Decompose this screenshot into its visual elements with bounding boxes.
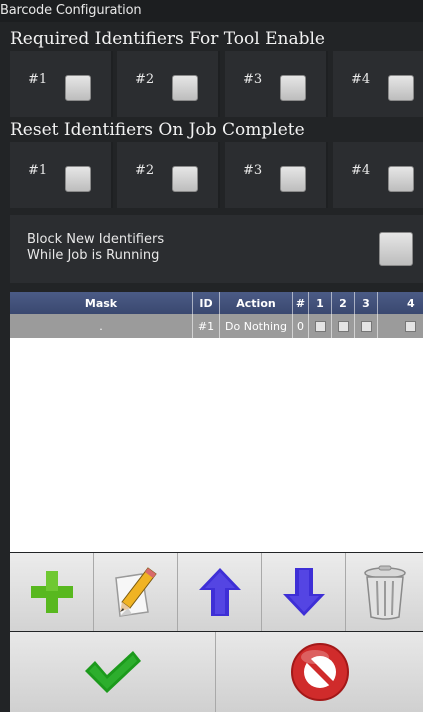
required-identifier-1[interactable]: #1 bbox=[10, 51, 113, 117]
block-new-identifiers-panel: Block New Identifiers While Job is Runni… bbox=[10, 215, 423, 283]
row-checkbox-2[interactable] bbox=[337, 320, 349, 332]
dialog-actions bbox=[10, 632, 423, 712]
move-up-icon bbox=[198, 568, 241, 616]
delete-button[interactable] bbox=[346, 553, 423, 631]
reset-identifier-2[interactable]: #2 bbox=[117, 142, 220, 208]
reset-identifier-1-checkbox[interactable] bbox=[65, 166, 91, 192]
ok-button[interactable] bbox=[10, 632, 216, 712]
reset-identifiers-title: Reset Identifiers On Job Complete bbox=[10, 120, 305, 140]
cancel-button[interactable] bbox=[216, 632, 423, 712]
reset-identifier-2-label: #2 bbox=[135, 163, 155, 178]
cancel-icon bbox=[290, 643, 349, 701]
move-down-button[interactable] bbox=[262, 553, 346, 631]
cell-id: #1 bbox=[193, 314, 220, 338]
block-new-identifiers-label: Block New Identifiers While Job is Runni… bbox=[27, 232, 164, 264]
required-identifier-4-label: #4 bbox=[351, 72, 371, 87]
edit-icon bbox=[114, 567, 157, 617]
move-up-button[interactable] bbox=[178, 553, 262, 631]
cell-count: 0 bbox=[293, 314, 309, 338]
title-bar: Barcode Configuration bbox=[0, 0, 423, 22]
reset-identifier-3[interactable]: #3 bbox=[225, 142, 328, 208]
row-checkbox-4[interactable] bbox=[405, 320, 416, 332]
edit-button[interactable] bbox=[94, 553, 178, 631]
required-identifier-2[interactable]: #2 bbox=[117, 51, 220, 117]
reset-identifier-1-label: #1 bbox=[28, 163, 48, 178]
required-identifier-2-checkbox[interactable] bbox=[172, 75, 198, 101]
required-identifier-3-checkbox[interactable] bbox=[280, 75, 306, 101]
required-identifier-1-checkbox[interactable] bbox=[65, 75, 91, 101]
confirm-icon bbox=[84, 651, 141, 693]
move-down-icon bbox=[282, 568, 325, 616]
block-label-line-1: Block New Identifiers bbox=[27, 232, 165, 247]
reset-identifier-1[interactable]: #1 bbox=[10, 142, 113, 208]
table-row[interactable]: . #1 Do Nothing 0 bbox=[10, 314, 423, 338]
column-header-id[interactable]: ID bbox=[193, 292, 220, 314]
add-button[interactable] bbox=[10, 553, 94, 631]
mask-grid[interactable]: Mask ID Action # 1 2 3 4 . #1 Do Nothing… bbox=[10, 292, 423, 552]
cell-check-4[interactable] bbox=[378, 314, 423, 338]
required-identifier-2-label: #2 bbox=[135, 72, 155, 87]
required-identifier-4[interactable]: #4 bbox=[333, 51, 423, 117]
grid-header: Mask ID Action # 1 2 3 4 bbox=[10, 292, 423, 314]
column-header-count[interactable]: # bbox=[293, 292, 309, 314]
window-title: Barcode Configuration bbox=[0, 3, 142, 18]
required-identifier-4-checkbox[interactable] bbox=[388, 75, 414, 101]
required-identifier-3[interactable]: #3 bbox=[225, 51, 328, 117]
column-header-1[interactable]: 1 bbox=[309, 292, 332, 314]
reset-identifiers-row: #1 #2 #3 #4 bbox=[10, 142, 423, 208]
cell-action: Do Nothing bbox=[220, 314, 293, 338]
block-label-line-2: While Job is Running bbox=[27, 248, 160, 263]
block-new-identifiers-checkbox[interactable] bbox=[379, 232, 413, 266]
cell-check-1[interactable] bbox=[309, 314, 332, 338]
grid-toolbar bbox=[10, 553, 423, 631]
required-identifier-1-label: #1 bbox=[28, 72, 48, 87]
reset-identifier-2-checkbox[interactable] bbox=[172, 166, 198, 192]
cell-mask: . bbox=[10, 314, 193, 338]
delete-icon bbox=[363, 565, 406, 620]
required-identifier-3-label: #3 bbox=[243, 72, 263, 87]
column-header-3[interactable]: 3 bbox=[355, 292, 378, 314]
required-identifiers-row: #1 #2 #3 #4 bbox=[10, 51, 423, 117]
cell-check-2[interactable] bbox=[332, 314, 355, 338]
required-identifiers-title: Required Identifiers For Tool Enable bbox=[10, 29, 325, 49]
column-header-mask[interactable]: Mask bbox=[10, 292, 193, 314]
reset-identifier-4-label: #4 bbox=[351, 163, 371, 178]
reset-identifier-3-label: #3 bbox=[243, 163, 263, 178]
column-header-action[interactable]: Action bbox=[220, 292, 293, 314]
reset-identifier-3-checkbox[interactable] bbox=[280, 166, 306, 192]
column-header-2[interactable]: 2 bbox=[332, 292, 355, 314]
column-header-4[interactable]: 4 bbox=[378, 292, 423, 314]
reset-identifier-4[interactable]: #4 bbox=[333, 142, 423, 208]
row-checkbox-1[interactable] bbox=[314, 320, 326, 332]
reset-identifier-4-checkbox[interactable] bbox=[388, 166, 414, 192]
add-icon bbox=[30, 571, 73, 613]
row-checkbox-3[interactable] bbox=[360, 320, 372, 332]
cell-check-3[interactable] bbox=[355, 314, 378, 338]
